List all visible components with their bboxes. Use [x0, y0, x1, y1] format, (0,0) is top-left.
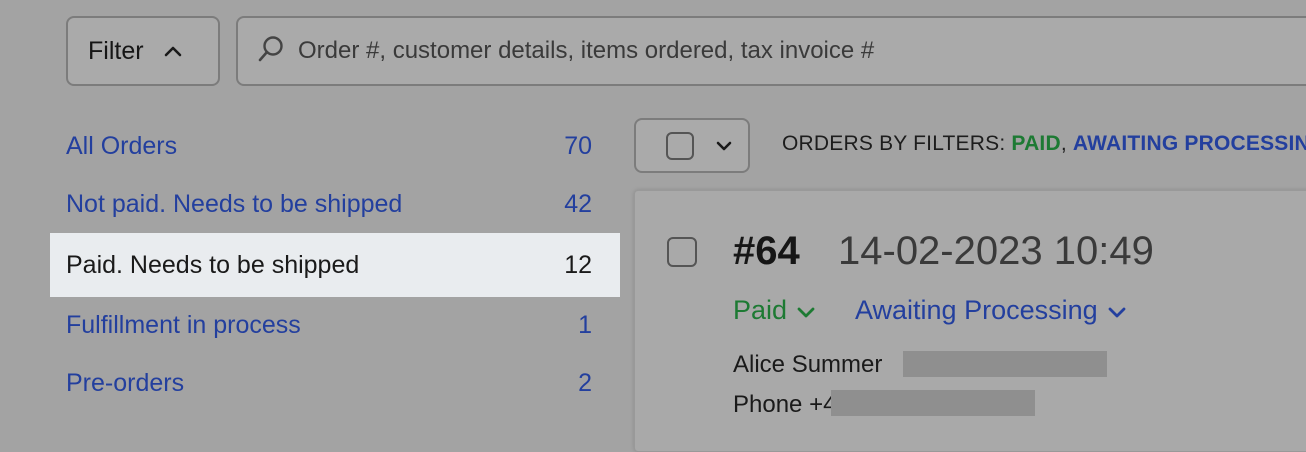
sidebar-item-paid-needs-shipping[interactable]: Paid. Needs to be shipped 12: [50, 233, 620, 297]
sidebar-item-label: Paid. Needs to be shipped: [66, 250, 360, 279]
fulfillment-status-dropdown[interactable]: Awaiting Processing: [855, 295, 1126, 326]
order-checkbox[interactable]: [667, 237, 697, 267]
order-number[interactable]: #64: [733, 229, 800, 274]
filter-tag-awaiting: AWAITING PROCESSING: [1072, 132, 1306, 155]
chevron-down-icon: [797, 295, 815, 326]
search-input[interactable]: [298, 37, 1198, 65]
order-filter-sidebar: All Orders 70 Not paid. Needs to be ship…: [50, 118, 620, 412]
sidebar-item-all-orders[interactable]: All Orders 70: [50, 118, 620, 176]
customer-phone: Phone +4: [733, 391, 837, 418]
redacted-email: [903, 351, 1107, 377]
sidebar-item-not-paid[interactable]: Not paid. Needs to be shipped 42: [50, 176, 620, 234]
chevron-down-icon: [716, 141, 732, 151]
sidebar-item-fulfillment[interactable]: Fulfillment in process 1: [50, 297, 620, 355]
filter-tag-paid: PAID: [1011, 132, 1061, 155]
customer-name: Alice Summer: [733, 351, 883, 378]
sidebar-item-label: All Orders: [66, 132, 178, 161]
filters-prefix: ORDERS BY FILTERS:: [782, 132, 1012, 155]
chevron-down-icon: [1108, 295, 1126, 326]
chevron-up-icon: [164, 45, 182, 57]
sidebar-item-label: Fulfillment in process: [66, 311, 301, 340]
sidebar-item-count: 12: [564, 250, 592, 279]
sidebar-item-count: 1: [578, 311, 592, 340]
sidebar-item-label: Not paid. Needs to be shipped: [66, 189, 403, 218]
sidebar-item-count: 70: [564, 132, 592, 161]
search-icon: [256, 34, 286, 69]
order-date: 14-02-2023 10:49: [838, 229, 1154, 273]
order-card: #64 14-02-2023 10:49 Paid Awaiting Proce…: [634, 190, 1306, 452]
sidebar-item-count: 2: [578, 368, 592, 397]
sidebar-item-pre-orders[interactable]: Pre-orders 2: [50, 355, 620, 413]
search-box[interactable]: [236, 16, 1306, 86]
sidebar-item-label: Pre-orders: [66, 368, 185, 397]
filter-label: Filter: [88, 36, 144, 65]
select-all-checkbox[interactable]: [666, 131, 694, 160]
redacted-phone: [831, 390, 1035, 416]
bulk-select-dropdown[interactable]: [634, 118, 750, 173]
active-filters-summary: ORDERS BY FILTERS: PAID, AWAITING PROCES…: [782, 132, 1306, 156]
sidebar-item-count: 42: [564, 189, 592, 218]
fulfillment-status-label: Awaiting Processing: [855, 295, 1098, 325]
filter-button[interactable]: Filter: [66, 16, 220, 86]
filters-separator: ,: [1060, 132, 1073, 155]
payment-status-label: Paid: [733, 295, 788, 325]
payment-status-dropdown[interactable]: Paid: [733, 295, 815, 326]
